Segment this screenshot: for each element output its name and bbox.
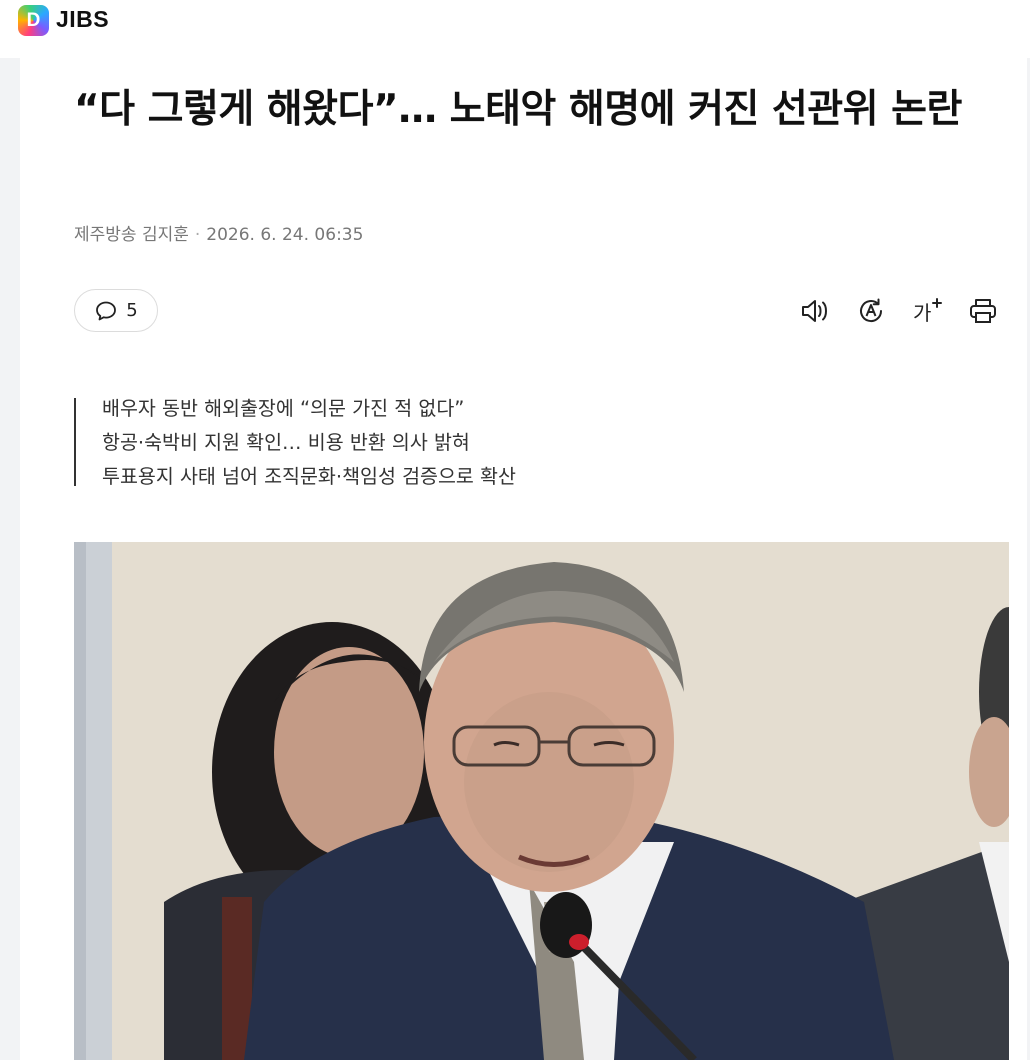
summary-line: 투표용지 사태 넘어 조직문화·책임성 검증으로 확산 — [102, 465, 516, 488]
byline-author[interactable]: 제주방송 김지훈 — [74, 225, 189, 245]
top-bar: D JIBS — [0, 0, 1030, 58]
comment-icon — [96, 301, 117, 320]
article-tools: 가 — [798, 294, 1000, 328]
translate-button[interactable] — [854, 294, 888, 328]
byline: 제주방송 김지훈 · 2026. 6. 24. 06:35 — [74, 220, 363, 245]
article-headline: “다 그렇게 해왔다”… 노태악 해명에 커진 선관위 논란 — [74, 87, 962, 132]
summary-line: 배우자 동반 해외출장에 “의문 가진 적 없다” — [102, 397, 465, 420]
article-content: “다 그렇게 해왔다”… 노태악 해명에 커진 선관위 논란 제주방송 김지훈 ·… — [20, 58, 1027, 1060]
speaker-icon — [802, 300, 827, 322]
listen-button[interactable] — [798, 294, 832, 328]
comment-button[interactable]: 5 — [74, 289, 158, 332]
article-photo[interactable] — [74, 542, 1009, 1060]
brand-logo-icon[interactable]: D — [18, 5, 49, 36]
comment-count: 5 — [126, 300, 138, 321]
left-gutter — [0, 58, 20, 1060]
article-photo-illustration — [74, 542, 1009, 1060]
translate-icon — [860, 298, 883, 323]
summary-line: 항공·숙박비 지원 확인… 비용 반환 의사 밝혀 — [102, 431, 470, 454]
byline-datetime: 2026. 6. 24. 06:35 — [206, 225, 364, 245]
byline-separator: · — [194, 225, 201, 245]
article-summary: 배우자 동반 해외출장에 “의문 가진 적 없다” 항공·숙박비 지원 확인… … — [74, 397, 516, 488]
font-size-glyph: 가 — [913, 301, 931, 325]
font-size-button[interactable]: 가 — [910, 294, 944, 328]
print-button[interactable] — [966, 294, 1000, 328]
font-size-icon: 가 — [913, 298, 942, 325]
brand-name[interactable]: JIBS — [56, 6, 109, 33]
print-icon — [970, 299, 996, 323]
brand-logo-letter: D — [26, 9, 41, 31]
